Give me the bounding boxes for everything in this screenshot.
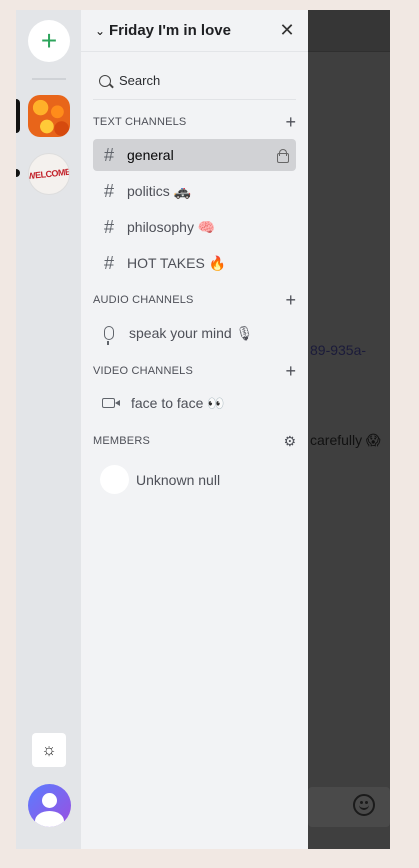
server-label: WELCOME [28, 166, 70, 182]
message-input[interactable] [308, 787, 390, 827]
guild-header[interactable]: ⌄ Friday I'm in love ✕ [81, 10, 308, 52]
user-avatar[interactable] [28, 784, 71, 827]
guild-name: Friday I'm in love [109, 22, 231, 39]
channel-name: politics 🚓 [127, 182, 192, 199]
search-icon [99, 74, 111, 87]
unread-server-indicator [16, 169, 20, 177]
section-label: AUDIO CHANNELS [93, 294, 194, 306]
server-icon-welcome[interactable]: WELCOME [28, 153, 70, 195]
section-label: VIDEO CHANNELS [93, 365, 193, 377]
members-header: MEMBERS ⚙ [93, 431, 296, 451]
plus-icon: + [40, 25, 58, 56]
member-name: Unknown null [136, 471, 221, 488]
search-label: Search [119, 73, 161, 88]
microphone-icon [104, 326, 114, 345]
channel-speak-your-mind[interactable]: speak your mind 🎙 [93, 317, 296, 349]
selected-server-indicator [16, 99, 20, 133]
app-window: 89-935a- carefully 😱 + WELCOME ☼ ⌄ Frida… [16, 10, 390, 849]
sun-icon: ☼ [41, 740, 57, 759]
channel-politics[interactable]: # politics 🚓 [93, 175, 296, 207]
chat-message-fragment: carefully 😱 [310, 432, 381, 448]
rail-divider [32, 78, 66, 80]
channel-panel: ⌄ Friday I'm in love ✕ Search TEXT CHANN… [81, 10, 308, 849]
server-icon-flowers[interactable] [28, 95, 70, 137]
gear-icon[interactable]: ⚙ [283, 433, 296, 450]
section-label: MEMBERS [93, 435, 151, 447]
search-button[interactable]: Search [93, 62, 296, 100]
audio-channels-header: AUDIO CHANNELS + [93, 290, 296, 310]
text-channels-header: TEXT CHANNELS + [93, 112, 296, 132]
channel-name: philosophy 🧠 [127, 218, 216, 235]
channel-philosophy[interactable]: # philosophy 🧠 [93, 211, 296, 243]
add-channel-icon[interactable]: + [285, 362, 296, 380]
hash-icon: # [103, 253, 114, 273]
hash-icon: # [103, 217, 114, 237]
chat-message-fragment: 89-935a- [310, 342, 367, 358]
hash-icon: # [103, 145, 114, 165]
channel-name: general [127, 147, 174, 163]
channel-name: HOT TAKES 🔥 [127, 254, 227, 271]
close-icon[interactable]: ✕ [278, 20, 296, 41]
video-channels-header: VIDEO CHANNELS + [93, 361, 296, 381]
add-channel-icon[interactable]: + [285, 113, 296, 131]
video-camera-icon [102, 398, 120, 408]
channel-hot-takes[interactable]: # HOT TAKES 🔥 [93, 247, 296, 279]
avatar-body [35, 811, 64, 827]
server-rail: + WELCOME ☼ [16, 10, 81, 849]
member-item[interactable]: Unknown null [100, 465, 220, 494]
hash-icon: # [103, 181, 114, 201]
section-label: TEXT CHANNELS [93, 116, 187, 128]
channel-name: speak your mind 🎙 [129, 324, 254, 341]
chevron-down-icon[interactable]: ⌄ [95, 24, 109, 38]
channel-face-to-face[interactable]: face to face 👀 [93, 387, 296, 419]
add-channel-icon[interactable]: + [285, 291, 296, 309]
channel-name: face to face 👀 [131, 394, 225, 411]
lock-icon [276, 149, 289, 163]
avatar-head [42, 793, 57, 808]
add-server-button[interactable]: + [28, 20, 70, 62]
channel-general[interactable]: # general [93, 139, 296, 171]
theme-toggle-button[interactable]: ☼ [32, 733, 66, 767]
emoji-icon[interactable] [353, 794, 375, 816]
avatar [100, 465, 129, 494]
